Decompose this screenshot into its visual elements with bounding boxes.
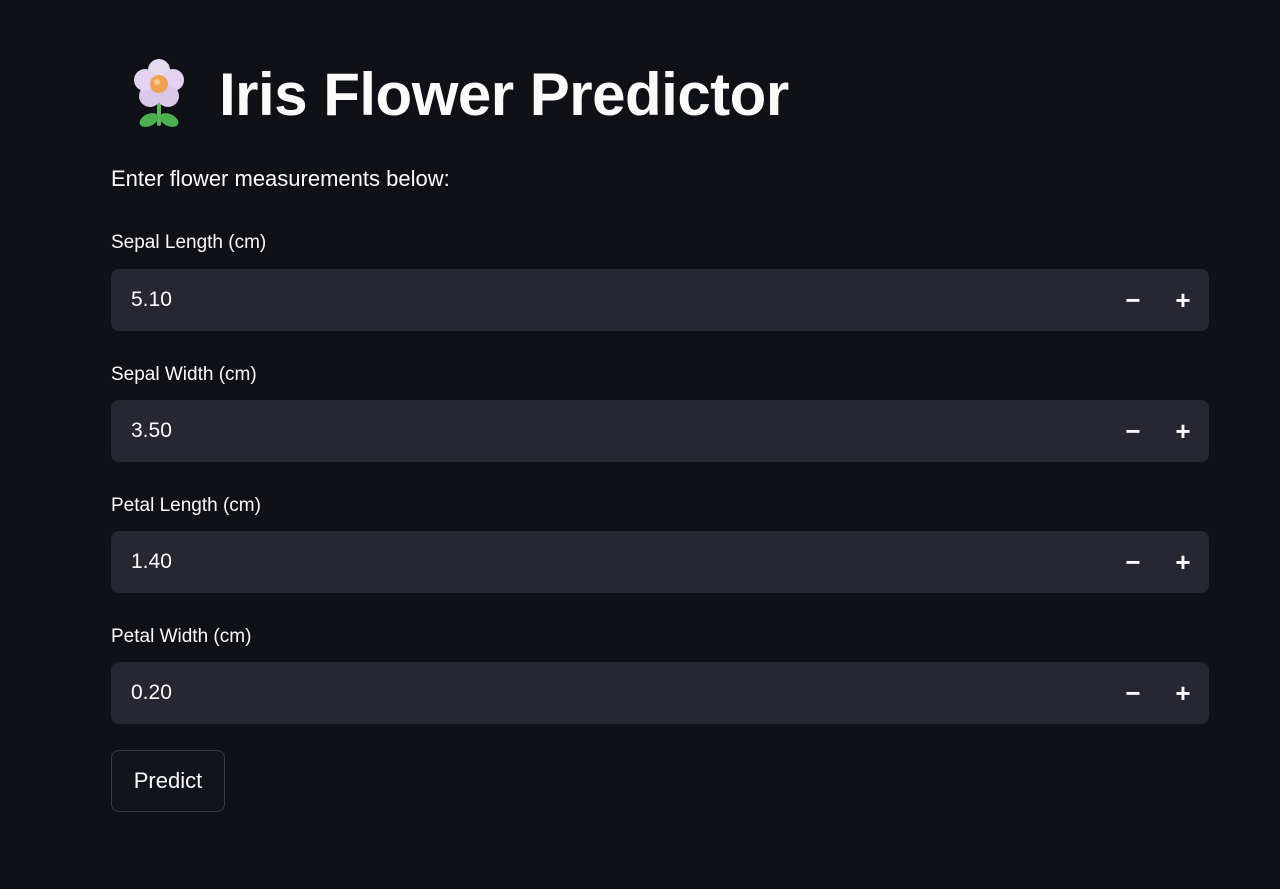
petal-length-increment-button[interactable]: + (1158, 531, 1208, 593)
petal-width-input[interactable]: 0.20 − + (111, 662, 1209, 724)
predict-button[interactable]: Predict (111, 750, 225, 812)
sepal-length-input[interactable]: 5.10 − + (111, 269, 1209, 331)
sepal-length-decrement-button[interactable]: − (1108, 269, 1158, 331)
sepal-width-decrement-button[interactable]: − (1108, 400, 1158, 462)
petal-width-label: Petal Width (cm) (111, 626, 252, 647)
sepal-width-input[interactable]: 3.50 − + (111, 400, 1209, 462)
sepal-width-increment-button[interactable]: + (1158, 400, 1208, 462)
sepal-length-label: Sepal Length (cm) (111, 232, 267, 253)
petal-length-label: Petal Length (cm) (111, 495, 261, 516)
petal-length-input[interactable]: 1.40 − + (111, 531, 1209, 593)
petal-length-decrement-button[interactable]: − (1108, 531, 1158, 593)
header: Iris Flower Predictor (129, 56, 789, 132)
petal-width-increment-button[interactable]: + (1158, 662, 1208, 724)
instructions-text: Enter flower measurements below: (111, 166, 450, 191)
sepal-length-increment-button[interactable]: + (1158, 269, 1208, 331)
sepal-width-label: Sepal Width (cm) (111, 364, 257, 385)
sepal-length-value[interactable]: 5.10 (111, 288, 1108, 312)
petal-width-value[interactable]: 0.20 (111, 681, 1108, 705)
flower-icon (134, 59, 184, 127)
page-title: Iris Flower Predictor (219, 60, 789, 128)
sepal-width-value[interactable]: 3.50 (111, 419, 1108, 443)
petal-width-decrement-button[interactable]: − (1108, 662, 1158, 724)
petal-length-value[interactable]: 1.40 (111, 550, 1108, 574)
